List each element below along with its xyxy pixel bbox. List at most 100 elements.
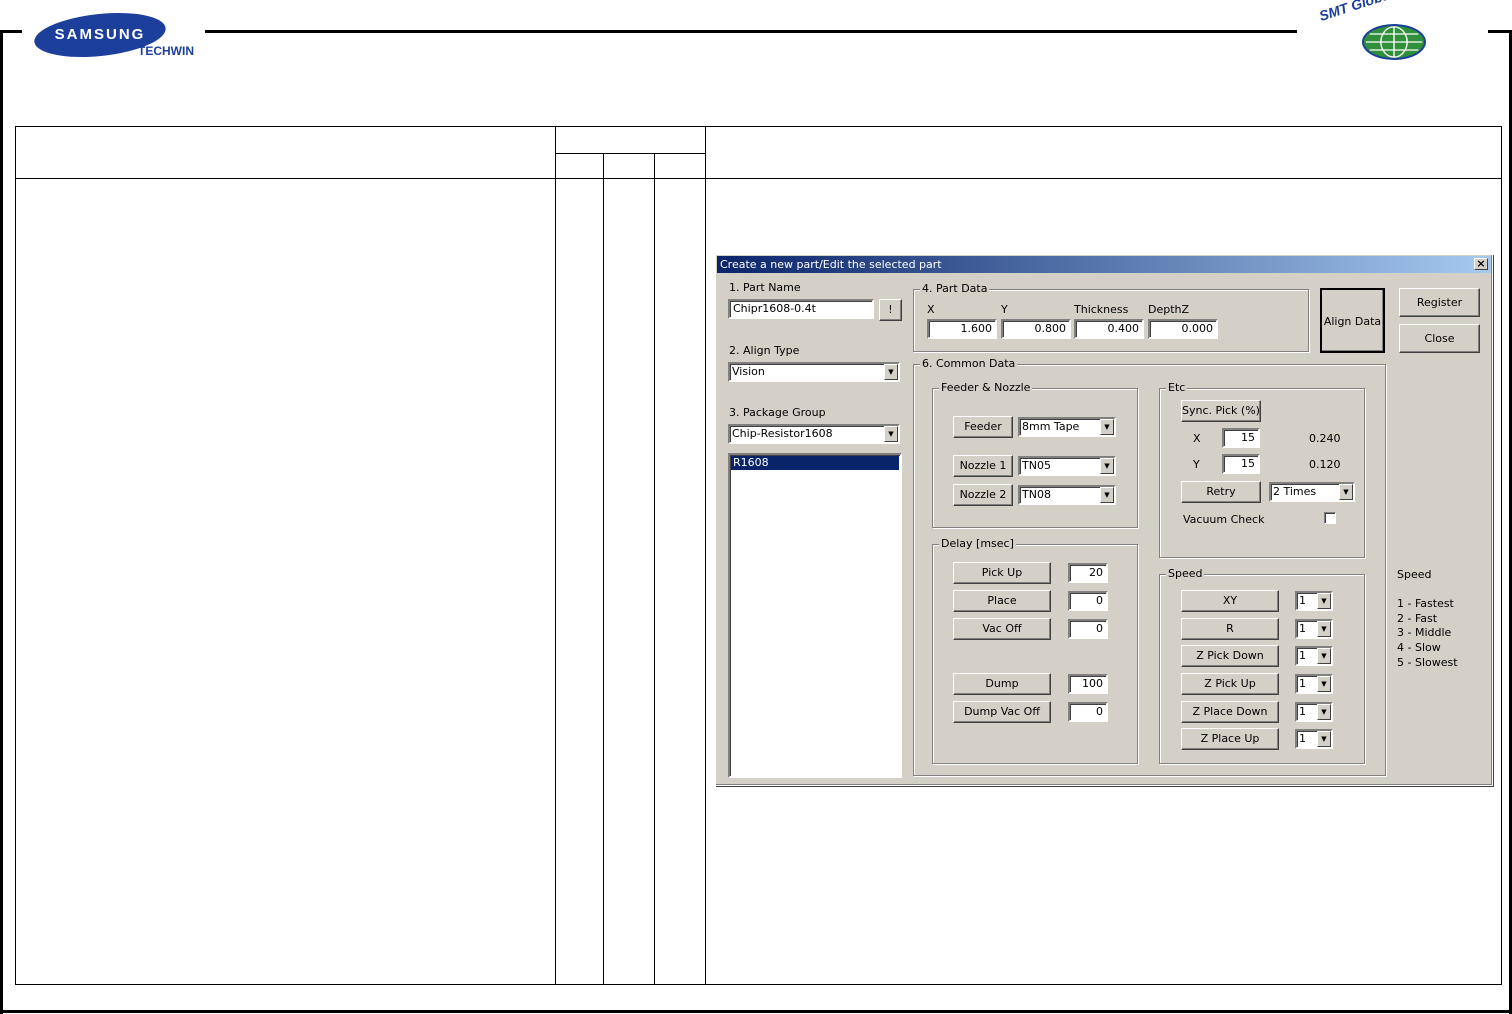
dump-delay-input[interactable]: 100 xyxy=(1068,674,1108,694)
chevron-down-icon[interactable]: ▼ xyxy=(1317,704,1331,720)
retry-select[interactable]: 2 Times ▼ xyxy=(1269,482,1355,502)
place-delay-button[interactable]: Place xyxy=(953,590,1051,612)
speed-z-pick-down-value: 1 xyxy=(1299,649,1306,662)
package-listbox[interactable]: R1608 xyxy=(728,453,902,778)
speed-legend-item: 1 - Fastest xyxy=(1397,597,1454,610)
chevron-down-icon[interactable]: ▼ xyxy=(884,364,898,380)
chevron-down-icon[interactable]: ▼ xyxy=(1100,458,1114,474)
vacuum-check-checkbox[interactable] xyxy=(1324,512,1336,524)
feeder-nozzle-title: Feeder & Nozzle xyxy=(939,381,1033,394)
part-name-lookup-button[interactable]: ! xyxy=(879,299,902,321)
frame-bottom xyxy=(0,1010,1512,1013)
align-data-button[interactable]: Align Data xyxy=(1320,288,1385,353)
frame-top-left xyxy=(0,30,22,33)
thickness-input[interactable]: 0.400 xyxy=(1074,319,1144,339)
package-group-select[interactable]: Chip-Resistor1608 ▼ xyxy=(728,424,900,444)
chevron-down-icon[interactable]: ▼ xyxy=(1317,621,1331,637)
globe-icon xyxy=(1362,24,1426,60)
delay-title: Delay [msec] xyxy=(939,537,1016,550)
nozzle1-select[interactable]: TN05 ▼ xyxy=(1018,456,1116,476)
part-name-input[interactable]: Chipr1608-0.4t xyxy=(728,299,874,319)
speed-z-pick-up-select[interactable]: 1 ▼ xyxy=(1295,674,1333,694)
sync-x-input[interactable]: 15 xyxy=(1222,428,1260,448)
align-type-select[interactable]: Vision ▼ xyxy=(728,362,900,382)
place-delay-input[interactable]: 0 xyxy=(1068,591,1108,611)
depthz-label: DepthZ xyxy=(1148,303,1190,316)
table-column-divider xyxy=(654,153,655,985)
close-button[interactable]: Close xyxy=(1399,324,1480,353)
speed-legend-item: 5 - Slowest xyxy=(1397,656,1458,669)
feeder-value: 8mm Tape xyxy=(1022,420,1080,433)
frame-left xyxy=(0,30,3,1014)
vacoff-delay-button[interactable]: Vac Off xyxy=(953,618,1051,640)
dialog-titlebar[interactable]: Create a new part/Edit the selected part… xyxy=(717,256,1491,273)
speed-xy-select[interactable]: 1 ▼ xyxy=(1295,591,1333,611)
list-item[interactable]: R1608 xyxy=(731,456,899,470)
part-name-label: 1. Part Name xyxy=(729,281,801,294)
techwin-logo-text: TECHWIN xyxy=(138,44,194,58)
speed-z-place-down-select[interactable]: 1 ▼ xyxy=(1295,702,1333,722)
sync-x-label: X xyxy=(1193,432,1201,445)
chevron-down-icon[interactable]: ▼ xyxy=(1317,648,1331,664)
chevron-down-icon[interactable]: ▼ xyxy=(1339,484,1353,500)
frame-top-middle xyxy=(205,30,1297,33)
table-column-divider xyxy=(555,126,556,985)
speed-xy-button[interactable]: XY xyxy=(1181,590,1279,612)
chevron-down-icon[interactable]: ▼ xyxy=(1317,676,1331,692)
speed-z-place-up-button[interactable]: Z Place Up xyxy=(1181,728,1279,750)
chevron-down-icon[interactable]: ▼ xyxy=(1317,731,1331,747)
pickup-delay-button[interactable]: Pick Up xyxy=(953,562,1051,584)
speed-z-place-up-value: 1 xyxy=(1299,732,1306,745)
speed-z-pick-down-select[interactable]: 1 ▼ xyxy=(1295,646,1333,666)
part-y-input[interactable]: 0.800 xyxy=(1001,319,1071,339)
speed-r-button[interactable]: R xyxy=(1181,618,1279,640)
nozzle2-value: TN08 xyxy=(1022,488,1051,501)
sync-y-label: Y xyxy=(1193,458,1200,471)
part-data-title: 4. Part Data xyxy=(920,282,990,295)
pickup-delay-input[interactable]: 20 xyxy=(1068,563,1108,583)
nozzle1-value: TN05 xyxy=(1022,459,1051,472)
speed-z-pick-down-button[interactable]: Z Pick Down xyxy=(1181,645,1279,667)
speed-z-pick-up-value: 1 xyxy=(1299,677,1306,690)
chevron-down-icon[interactable]: ▼ xyxy=(1100,419,1114,435)
speed-r-value: 1 xyxy=(1299,622,1306,635)
depthz-input[interactable]: 0.000 xyxy=(1148,319,1218,339)
speed-title: Speed xyxy=(1166,567,1205,580)
sync-y-input[interactable]: 15 xyxy=(1222,454,1260,474)
part-editor-dialog: Create a new part/Edit the selected part… xyxy=(715,254,1493,786)
chevron-down-icon[interactable]: ▼ xyxy=(1317,593,1331,609)
sync-pick-button[interactable]: Sync. Pick (%) xyxy=(1181,400,1261,422)
package-group-value: Chip-Resistor1608 xyxy=(732,427,833,440)
speed-z-place-up-select[interactable]: 1 ▼ xyxy=(1295,729,1333,749)
dump-vacoff-delay-button[interactable]: Dump Vac Off xyxy=(953,701,1051,723)
feeder-select[interactable]: 8mm Tape ▼ xyxy=(1018,417,1116,437)
smt-logo-text: SMT Global Training Center xyxy=(1317,0,1497,24)
retry-button[interactable]: Retry xyxy=(1181,481,1261,503)
register-button[interactable]: Register xyxy=(1399,288,1480,317)
dump-vacoff-delay-input[interactable]: 0 xyxy=(1068,702,1108,722)
part-x-input[interactable]: 1.600 xyxy=(927,319,997,339)
common-data-title: 6. Common Data xyxy=(920,357,1018,370)
table-header-divider xyxy=(15,178,1502,179)
document-page: SAMSUNG TECHWIN SMT Global Training Cent… xyxy=(0,0,1512,1014)
vacoff-delay-input[interactable]: 0 xyxy=(1068,619,1108,639)
dialog-title: Create a new part/Edit the selected part xyxy=(720,258,942,271)
package-group-label: 3. Package Group xyxy=(729,406,826,419)
table-column-divider xyxy=(603,153,604,985)
feeder-button[interactable]: Feeder xyxy=(953,416,1013,438)
align-type-value: Vision xyxy=(732,365,765,378)
chevron-down-icon[interactable]: ▼ xyxy=(1100,487,1114,503)
dump-delay-button[interactable]: Dump xyxy=(953,673,1051,695)
etc-title: Etc xyxy=(1166,381,1188,394)
chevron-down-icon[interactable]: ▼ xyxy=(884,426,898,442)
speed-z-place-down-button[interactable]: Z Place Down xyxy=(1181,701,1279,723)
speed-legend-title: Speed xyxy=(1397,568,1432,581)
nozzle2-select[interactable]: TN08 ▼ xyxy=(1018,485,1116,505)
nozzle2-button[interactable]: Nozzle 2 xyxy=(953,484,1013,506)
nozzle1-button[interactable]: Nozzle 1 xyxy=(953,455,1013,477)
speed-legend-item: 2 - Fast xyxy=(1397,612,1438,625)
speed-z-pick-up-button[interactable]: Z Pick Up xyxy=(1181,673,1279,695)
speed-r-select[interactable]: 1 ▼ xyxy=(1295,619,1333,639)
close-icon[interactable]: × xyxy=(1474,258,1488,270)
thickness-label: Thickness xyxy=(1074,303,1129,316)
